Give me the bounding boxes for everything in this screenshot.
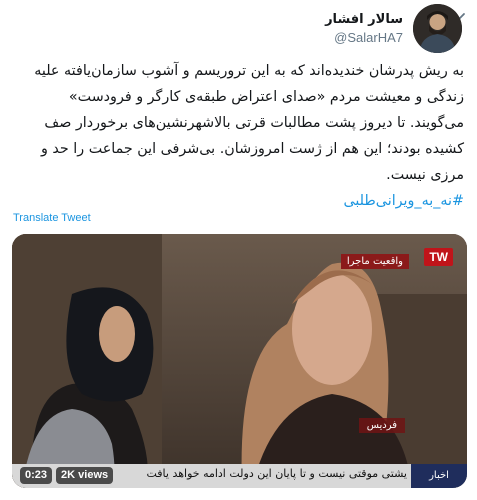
translate-tweet-link[interactable]: Translate Tweet: [13, 212, 91, 224]
tweet-author[interactable]: سالار افشار @SalarHA7: [325, 4, 462, 53]
location-tag: فردیس: [358, 418, 405, 433]
ticker-label: اخبار: [411, 464, 467, 488]
video-controls: 0:23 2K views: [20, 467, 114, 484]
video-player[interactable]: TW واقعیت ماجرا فردیس یشتی موقتی نیست و …: [12, 234, 467, 488]
author-handle[interactable]: @SalarHA7: [325, 29, 403, 47]
tweet-text: به ریش پدرشان خندیده‌اند که به این تروری…: [14, 58, 464, 214]
program-tag: واقعیت ماجرا: [340, 254, 409, 269]
tweet-card: سالار افشار @SalarHA7 به ریش پدرشان خندی…: [0, 0, 477, 500]
author-display-name[interactable]: سالار افشار: [325, 11, 403, 29]
video-duration: 0:23: [20, 467, 53, 484]
avatar[interactable]: [413, 4, 462, 53]
video-views: 2K views: [56, 467, 114, 484]
ticker-text: یشتی موقتی نیست و تا پایان این دولت ادام…: [146, 467, 407, 480]
channel-logo: TW: [424, 248, 453, 266]
video-frame: [12, 234, 467, 488]
hashtag-link[interactable]: #نه_به_ویرانی‌طلبی: [14, 188, 464, 214]
tweet-body: به ریش پدرشان خندیده‌اند که به این تروری…: [34, 63, 464, 183]
